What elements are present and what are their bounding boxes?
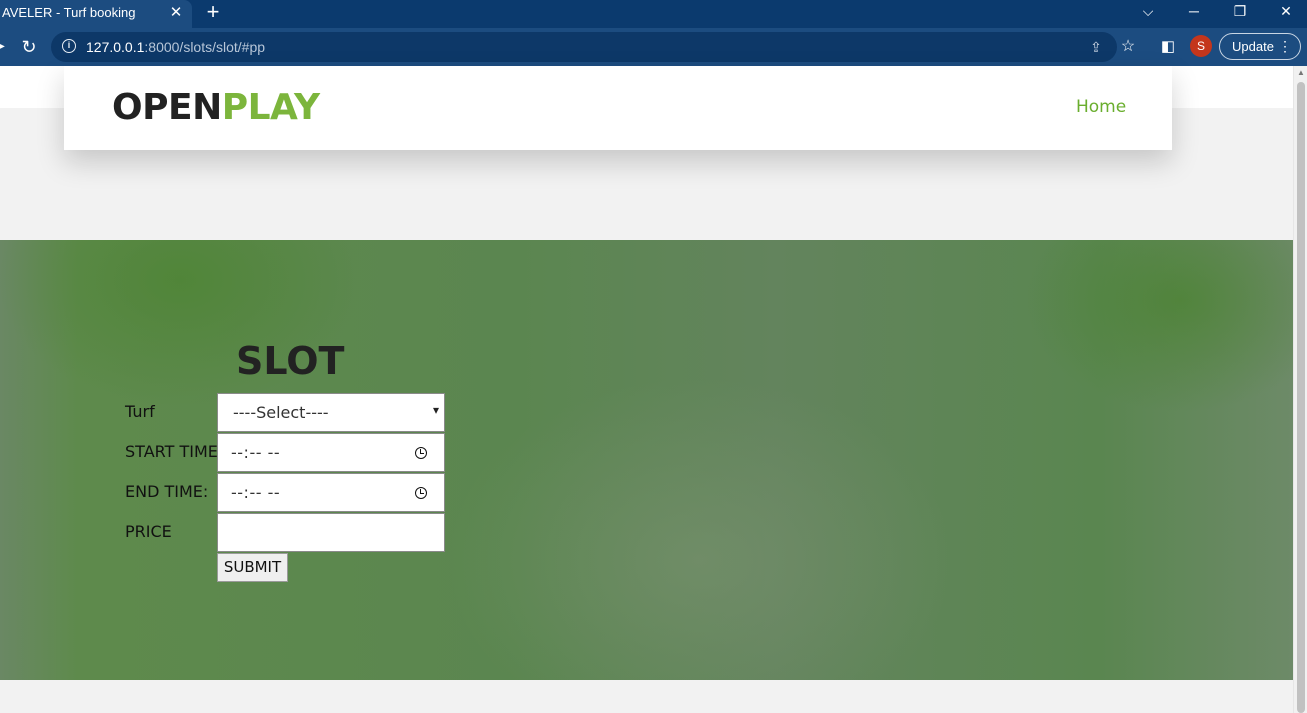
scroll-up-icon[interactable]: ▲ [1296,68,1306,78]
start-time-input[interactable]: --:-- -- [217,433,445,472]
browser-toolbar: ▶ ↻ i 127.0.0.1:8000/slots/slot/#pp ⇪ ☆ … [0,28,1307,66]
menu-kebab-icon[interactable]: ⋮ [1278,34,1292,59]
new-tab-icon[interactable]: + [202,1,224,23]
turf-label: Turf [125,402,155,421]
site-logo[interactable]: OPENPLAY [112,86,320,130]
nav-home-link[interactable]: Home [1076,97,1126,117]
tab-search-icon[interactable]: ⌵ [1130,0,1166,24]
page-title: SLOT [236,339,345,383]
end-time-label: END TIME: [125,482,209,501]
forward-icon[interactable]: ▶ [0,37,6,57]
page-scrollbar[interactable]: ▲ [1293,66,1307,713]
restore-icon[interactable]: ❐ [1222,0,1258,24]
start-time-value: --:-- -- [231,443,281,462]
browser-tab-strip: AVELER - Turf booking ✕ + ⌵ ─ ❐ ✕ [0,0,1307,28]
browser-tab[interactable]: AVELER - Turf booking ✕ [0,0,192,28]
price-label: PRICE [125,522,172,541]
price-input[interactable] [217,513,445,552]
turf-select[interactable]: ----Select---- ▾ [217,393,445,432]
update-button[interactable]: Update ⋮ [1219,33,1301,60]
share-icon[interactable]: ⇪ [1087,37,1105,57]
tab-title: AVELER - Turf booking [2,5,136,20]
minimize-icon[interactable]: ─ [1176,0,1212,24]
address-bar[interactable]: i 127.0.0.1:8000/slots/slot/#pp ⇪ ☆ [51,32,1135,62]
start-time-label: START TIME: [125,442,224,461]
url-text[interactable]: 127.0.0.1:8000/slots/slot/#pp [86,39,265,55]
end-time-value: --:-- -- [231,483,281,502]
end-time-input[interactable]: --:-- -- [217,473,445,512]
chevron-down-icon: ▾ [432,403,439,417]
clock-icon[interactable] [415,447,427,459]
submit-button[interactable]: SUBMIT [217,553,288,582]
site-info-icon[interactable]: i [62,39,76,53]
tab-close-icon[interactable]: ✕ [168,4,184,22]
bookmark-star-icon[interactable]: ☆ [1119,37,1137,57]
turf-select-value: ----Select---- [233,403,329,422]
scrollbar-thumb[interactable] [1297,82,1305,713]
clock-icon[interactable] [415,487,427,499]
profile-avatar[interactable]: S [1190,35,1212,57]
side-panel-icon[interactable]: ◧ [1159,37,1177,57]
site-navbar: OPENPLAY Home [64,66,1172,150]
close-window-icon[interactable]: ✕ [1268,0,1304,24]
reload-icon[interactable]: ↻ [19,37,39,57]
